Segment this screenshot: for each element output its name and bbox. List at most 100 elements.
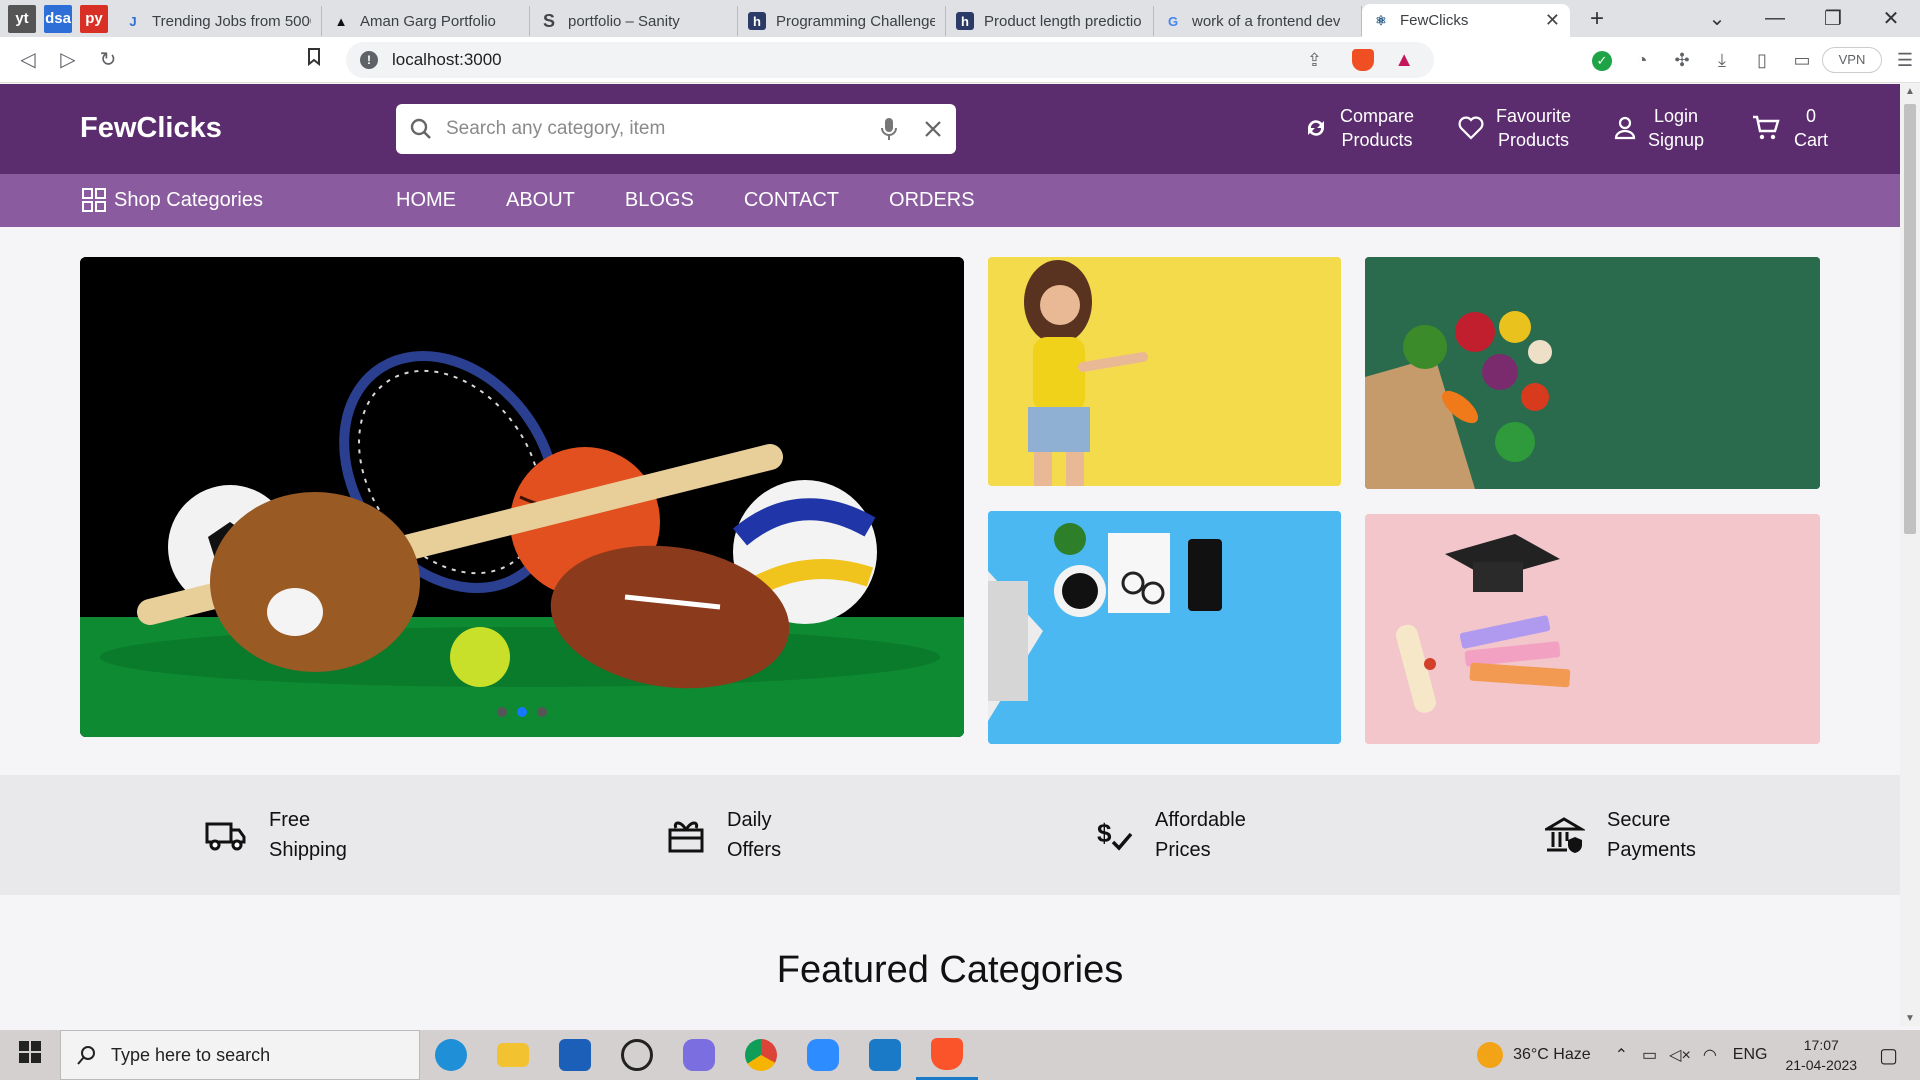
cart-button[interactable]: 0 Cart	[1752, 104, 1828, 152]
taskbar-store[interactable]	[544, 1030, 606, 1080]
wifi-icon[interactable]: ◠	[1703, 1045, 1717, 1065]
browser-tab[interactable]: ▲ Aman Garg Portfolio	[322, 6, 530, 36]
site-logo[interactable]: FewClicks	[80, 112, 222, 145]
wallet-icon[interactable]: ▭	[1782, 50, 1822, 71]
windows-taskbar: Type here to search 36°C Haze ⌃ ▭ ◁× ◠ E…	[0, 1030, 1920, 1080]
promo-fashion-tile[interactable]	[988, 257, 1341, 486]
url-text: localhost:3000	[392, 50, 502, 69]
show-hidden-icons-chevron-icon[interactable]: ⌃	[1615, 1045, 1628, 1065]
volume-muted-icon[interactable]: ◁×	[1669, 1045, 1691, 1065]
windows-start-icon[interactable]	[0, 1041, 60, 1069]
clear-search-icon[interactable]	[924, 120, 942, 138]
heart-icon	[1458, 116, 1484, 140]
taskbar-brave[interactable]	[916, 1030, 978, 1080]
nav-orders[interactable]: ORDERS	[889, 189, 975, 212]
brave-rewards-icon[interactable]: ▲	[1394, 49, 1414, 72]
scroll-thumb[interactable]	[1904, 104, 1916, 534]
carousel-dot[interactable]	[497, 707, 507, 717]
downloads-icon[interactable]: ⤓	[1702, 50, 1742, 71]
check-status-icon[interactable]: ✓	[1582, 49, 1622, 71]
folder-icon	[497, 1043, 529, 1067]
browser-tab[interactable]: J Trending Jobs from 5000	[114, 6, 322, 36]
bookmark-icon[interactable]	[294, 47, 334, 72]
back-icon[interactable]: ◁	[8, 47, 48, 72]
scroll-up-arrow-icon[interactable]: ▲	[1905, 86, 1915, 97]
vscode-icon	[869, 1039, 901, 1071]
carousel-dot[interactable]	[537, 707, 547, 717]
reload-icon[interactable]: ↻	[88, 47, 128, 72]
carousel-dot-active[interactable]	[517, 707, 527, 717]
pinned-tab-dsa[interactable]: dsa	[44, 4, 72, 33]
restore-icon[interactable]: ❐	[1804, 6, 1862, 31]
promo-grocery-tile[interactable]	[1365, 257, 1820, 489]
taskbar-edge[interactable]	[420, 1030, 482, 1080]
tab-title: Trending Jobs from 5000	[152, 12, 311, 30]
features-strip: Free Shipping Daily Offers $ Affordable Pri…	[0, 775, 1900, 895]
weather-text[interactable]: 36°C Haze	[1513, 1046, 1591, 1064]
notification-center-icon[interactable]: ▢	[1879, 1043, 1898, 1068]
taskbar-vscode[interactable]	[854, 1030, 916, 1080]
nav-about[interactable]: ABOUT	[506, 189, 575, 212]
nav-contact[interactable]: CONTACT	[744, 189, 839, 212]
favourite-products-button[interactable]: Favourite Products	[1458, 104, 1571, 152]
search-input[interactable]	[446, 118, 880, 140]
pinned-tab-py[interactable]: py	[80, 4, 108, 33]
pinned-tab-yt[interactable]: yt	[8, 4, 36, 33]
close-tab-icon[interactable]: ✕	[1545, 10, 1560, 31]
taskbar-zoom[interactable]	[792, 1030, 854, 1080]
sidebar-toggle-icon[interactable]: ▯	[1742, 50, 1782, 71]
login-signup-button[interactable]: Login Signup	[1614, 104, 1704, 152]
cart-icon	[1753, 115, 1780, 140]
minimize-icon[interactable]: —	[1746, 7, 1804, 30]
browser-tab[interactable]: h Programming Challenge	[738, 6, 946, 36]
feature-line2: Prices	[1155, 839, 1211, 861]
extensions-puzzle-icon[interactable]: ✣	[1662, 50, 1702, 71]
taskbar-clock[interactable]: 17:07 21-04-2023	[1785, 1035, 1857, 1075]
browser-tab-bar: yt dsa py J Trending Jobs from 5000 ▲ Aman…	[0, 0, 1920, 37]
tab-favicon-icon: h	[748, 12, 766, 30]
share-icon[interactable]: ⇪	[1307, 50, 1322, 71]
favourite-label-line1: Favourite	[1496, 106, 1572, 126]
new-tab-plus-icon[interactable]: +	[1590, 5, 1604, 33]
page-scrollbar[interactable]: ▲ ▼	[1900, 84, 1920, 1026]
feature-line1: Free	[269, 809, 311, 831]
browser-tab-active[interactable]: ⚛ FewClicks ✕	[1362, 4, 1570, 37]
tab-title: FewClicks	[1400, 12, 1469, 29]
browser-tab[interactable]: Gwork of a frontend dev	[1154, 6, 1362, 36]
promo-education-tile[interactable]	[1365, 514, 1820, 744]
clock-time: 17:07	[1803, 1037, 1839, 1053]
browser-tab[interactable]: Sportfolio – Sanity	[530, 6, 738, 36]
battery-icon[interactable]: ▭	[1642, 1045, 1657, 1065]
brave-shield-icon[interactable]	[1352, 49, 1374, 71]
browser-tab[interactable]: h Product length predictio	[946, 6, 1154, 36]
tab-search-chevron-icon[interactable]: ⌄	[1688, 6, 1746, 31]
weather-sun-icon[interactable]	[1477, 1042, 1504, 1068]
nav-home[interactable]: HOME	[396, 189, 456, 212]
shop-categories-button[interactable]: Shop Categories	[82, 188, 263, 212]
taskbar-copilot[interactable]	[668, 1030, 730, 1080]
vpn-button[interactable]: VPN	[1822, 47, 1882, 73]
promo-electronics-tile[interactable]	[988, 511, 1341, 744]
dollar-check-icon: $	[1097, 818, 1133, 851]
featured-categories-heading: Featured Categories	[776, 949, 1124, 991]
microphone-icon[interactable]	[880, 117, 898, 141]
browser-menu-icon[interactable]: ☰	[1890, 50, 1920, 71]
site-info-icon[interactable]: !	[360, 51, 378, 69]
store-icon	[559, 1039, 591, 1071]
forward-icon[interactable]: ▷	[48, 47, 88, 72]
scroll-down-arrow-icon[interactable]: ▼	[1905, 1013, 1915, 1024]
compare-products-button[interactable]: Compare Products	[1304, 104, 1414, 152]
address-bar[interactable]: ! localhost:3000 ⇪ ▲	[346, 42, 1434, 78]
taskbar-dell[interactable]	[606, 1030, 668, 1080]
taskbar-search-box[interactable]: Type here to search	[60, 1030, 420, 1080]
performance-extension-icon[interactable]: ◔	[1622, 50, 1662, 71]
tab-title: Programming Challenge	[776, 12, 935, 30]
zoom-icon	[807, 1039, 839, 1071]
language-indicator[interactable]: ENG	[1733, 1046, 1768, 1064]
carousel-dots	[497, 707, 547, 717]
hero-carousel[interactable]	[80, 257, 964, 737]
nav-blogs[interactable]: BLOGS	[625, 189, 694, 212]
taskbar-chrome[interactable]	[730, 1030, 792, 1080]
taskbar-file-explorer[interactable]	[482, 1030, 544, 1080]
close-window-icon[interactable]: ✕	[1862, 6, 1920, 31]
